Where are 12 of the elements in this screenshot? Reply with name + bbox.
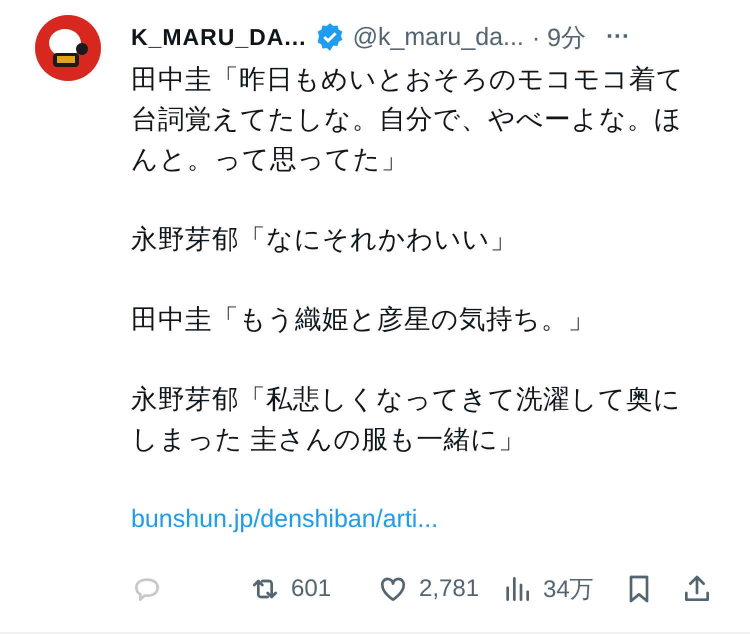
post-time[interactable]: · 9分 [532,20,586,54]
post-text: 永野芽郁「私悲しくなってきて洗濯して奥にしまった 圭さんの服も一緒に」 [131,383,682,456]
post-text: 田中圭「もう織姫と彦星の気持ち。」 [131,303,596,336]
post-text: 田中圭「昨日もめいとおそろのモコモコ着て台詞覚えてたしな。自分で、やべーよな。ほんと。って思ってた」 [131,63,685,176]
retweet-button[interactable]: 601 [249,573,332,605]
views-button[interactable]: 34万 [501,573,594,605]
author-name[interactable]: K_MARU_DA... [131,24,307,50]
author-handle[interactable]: @k_maru_da... [352,22,524,52]
more-button[interactable]: ··· [606,23,630,51]
post-text: 永野芽郁「なにそれかわいい」 [131,223,518,256]
like-button[interactable]: 2,781 [377,573,480,605]
avatar[interactable] [35,15,101,81]
